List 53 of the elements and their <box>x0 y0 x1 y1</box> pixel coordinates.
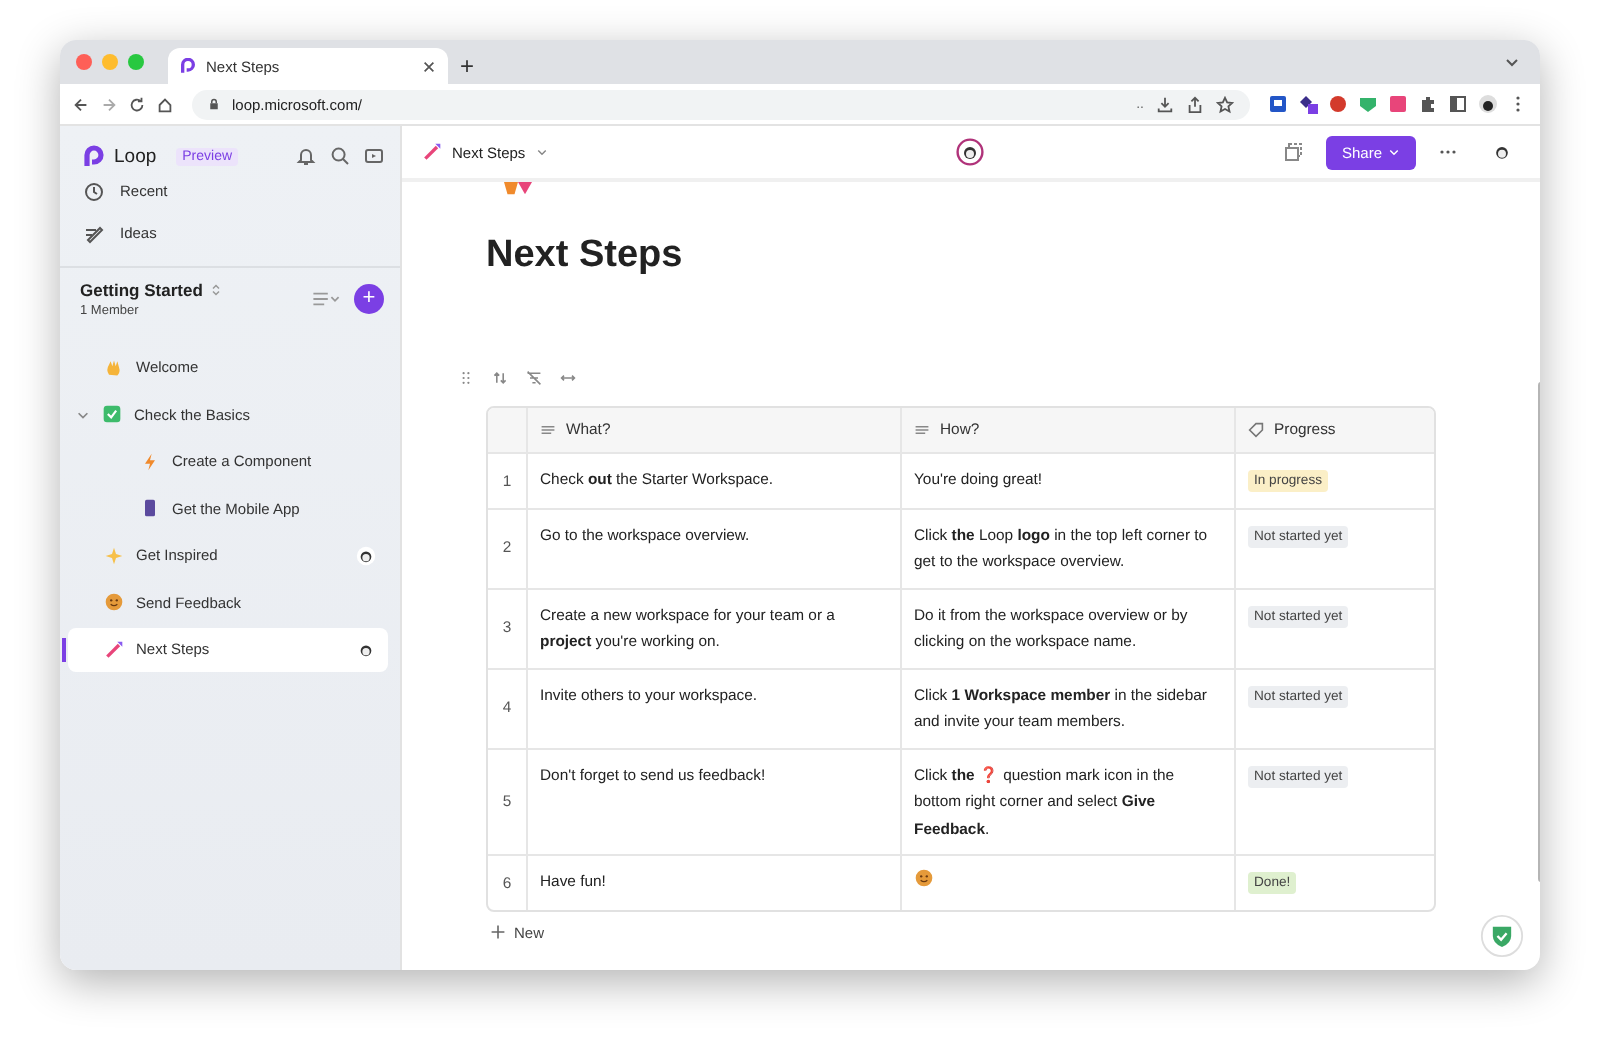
workspace-name[interactable]: Getting Started <box>80 280 203 300</box>
avatar-icon[interactable] <box>356 545 376 566</box>
lightning-icon <box>140 451 160 472</box>
collaborator-avatar-icon[interactable] <box>955 138 984 166</box>
text-lines-icon <box>914 422 930 438</box>
chevron-down-icon[interactable] <box>1504 54 1520 70</box>
sort-icon[interactable] <box>492 370 508 386</box>
expand-icon[interactable] <box>560 370 576 386</box>
add-button[interactable]: + <box>354 284 384 314</box>
new-tab-button[interactable]: + <box>448 48 487 84</box>
smiley-icon <box>914 868 934 888</box>
phone-icon <box>140 498 160 519</box>
chevron-down-icon[interactable] <box>535 146 548 158</box>
pen-icon <box>84 223 104 243</box>
lock-icon <box>208 98 220 110</box>
loop-logo-icon <box>180 58 196 74</box>
share-icon[interactable] <box>1186 95 1204 113</box>
minimize-dot[interactable] <box>102 54 118 70</box>
extension-icon[interactable] <box>1268 94 1288 114</box>
panel-icon[interactable] <box>364 146 384 166</box>
maximize-dot[interactable] <box>128 54 144 70</box>
filter-icon[interactable] <box>526 370 542 386</box>
back-icon[interactable] <box>72 95 90 113</box>
dart-icon <box>422 142 442 162</box>
profile-icon[interactable] <box>1478 94 1498 114</box>
page-emoji-icon <box>500 182 536 196</box>
star-icon[interactable] <box>1216 95 1234 113</box>
copy-icon[interactable] <box>1284 142 1304 162</box>
extension-icon[interactable] <box>1298 94 1318 114</box>
clock-icon <box>84 181 104 201</box>
checkbox-icon <box>102 404 122 425</box>
shield-check-icon[interactable] <box>1480 914 1524 958</box>
brand-name: Loop <box>114 145 157 167</box>
close-icon[interactable] <box>422 59 436 73</box>
sidebar-icon[interactable] <box>1448 94 1468 114</box>
reload-icon[interactable] <box>128 95 146 113</box>
dart-icon <box>104 639 124 660</box>
chevron-icon[interactable] <box>76 407 90 422</box>
puzzle-icon[interactable] <box>1418 94 1438 114</box>
text-lines-icon <box>540 422 556 438</box>
tag-icon <box>1248 422 1264 438</box>
search-icon[interactable] <box>330 146 350 166</box>
loop-logo-icon[interactable] <box>82 144 106 168</box>
page-title: Next Steps <box>486 234 685 278</box>
sparkle-icon <box>104 545 124 566</box>
download-icon[interactable] <box>1156 95 1174 113</box>
chevron-down-icon <box>1388 146 1401 158</box>
bell-icon[interactable] <box>296 146 316 166</box>
close-dot[interactable] <box>76 54 92 70</box>
smiley-icon <box>104 592 124 613</box>
avatar-icon[interactable] <box>1492 142 1513 162</box>
plus-icon <box>490 924 506 940</box>
home-icon[interactable] <box>156 95 174 113</box>
